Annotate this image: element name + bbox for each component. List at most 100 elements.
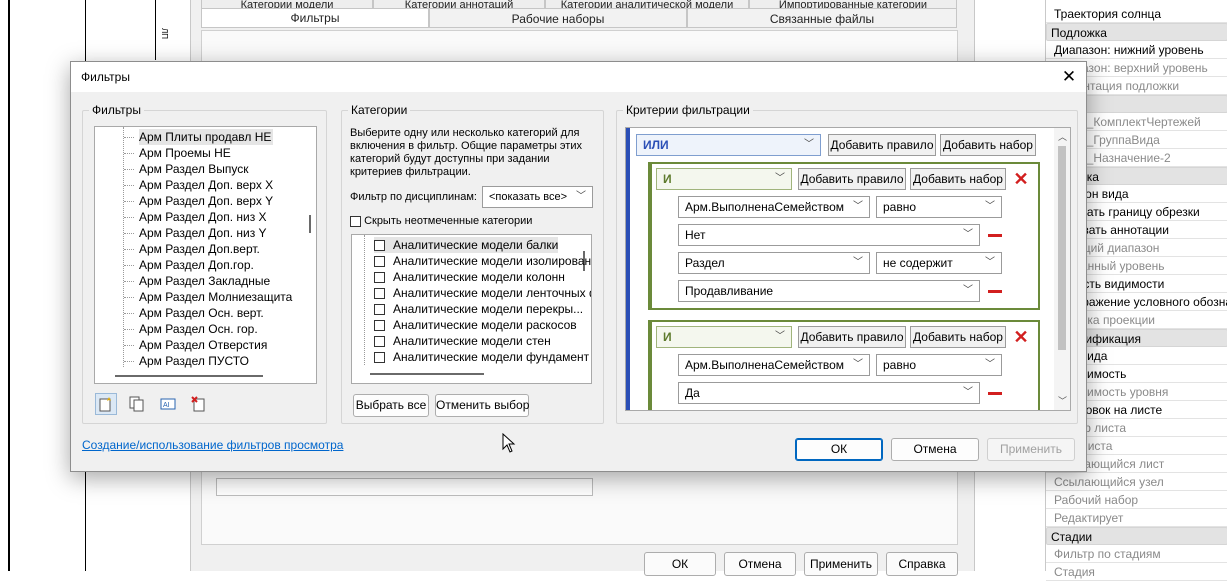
top-operator-select[interactable]: ИЛИ ﹀ bbox=[636, 134, 821, 156]
property-row[interactable]: Рабочий набор bbox=[1046, 491, 1227, 509]
remove-rule-icon[interactable] bbox=[988, 234, 1002, 237]
category-list-item[interactable]: Аналитические модели балки bbox=[374, 237, 559, 253]
category-checkbox[interactable] bbox=[374, 288, 385, 300]
category-checkbox[interactable] bbox=[374, 256, 385, 268]
category-list-item[interactable]: Аналитические модели колонн bbox=[374, 269, 565, 285]
add-set-button[interactable]: Добавить набор bbox=[940, 134, 1036, 156]
categories-list[interactable]: Аналитические модели балки Аналитические … bbox=[351, 234, 592, 384]
tab-filters[interactable]: Фильтры bbox=[201, 8, 429, 28]
property-row[interactable]: Ссылающийся узел bbox=[1046, 473, 1227, 491]
rename-filter-icon[interactable]: AI bbox=[157, 393, 179, 415]
filter-list-item[interactable]: Арм Плиты продавл НЕ bbox=[139, 129, 274, 145]
filter-list-item[interactable]: Арм Раздел Доп. верх X bbox=[139, 177, 275, 193]
set1-rule1-value[interactable]: Нет ﹀ bbox=[678, 224, 980, 246]
set1-rule2-cond[interactable]: не содержит ﹀ bbox=[876, 252, 1002, 274]
criteria-scrollbar[interactable]: ︿ ﹀ bbox=[1054, 128, 1070, 410]
filter-list-item[interactable]: Арм Раздел Выпуск bbox=[139, 161, 251, 177]
categories-hscroll-thumb[interactable] bbox=[370, 373, 484, 375]
category-checkbox[interactable] bbox=[374, 272, 385, 284]
property-group-header[interactable]: Подложка bbox=[1046, 23, 1227, 41]
filter-list-item[interactable]: Арм Раздел Осн. гор. bbox=[139, 321, 260, 337]
tab-worksets[interactable]: Рабочие наборы bbox=[429, 8, 687, 28]
mouse-cursor-icon bbox=[502, 433, 516, 453]
filter-list-item[interactable]: Арм Раздел Доп. верх Y bbox=[139, 193, 275, 209]
chevron-down-icon: ﹀ bbox=[775, 331, 785, 342]
filter-list-item[interactable]: Арм Проемы НЕ bbox=[139, 145, 233, 161]
filter-list-item[interactable]: Арм Раздел Доп. низ Y bbox=[139, 225, 269, 241]
delete-set-icon[interactable]: ✕ bbox=[1012, 170, 1030, 188]
set2-add-set-button[interactable]: Добавить набор bbox=[910, 326, 1006, 348]
category-list-item[interactable]: Аналитические модели стен bbox=[374, 333, 551, 349]
category-list-item[interactable]: Аналитические модели ленточных ф bbox=[374, 285, 591, 301]
filter-list-item[interactable]: Арм Раздел Закладные bbox=[139, 273, 272, 289]
category-list-item[interactable]: Аналитические модели раскосов bbox=[374, 317, 577, 333]
cancel-button[interactable]: Отмена bbox=[891, 438, 979, 461]
property-row[interactable]: Фильтр по стадиям bbox=[1046, 545, 1227, 563]
filters-hscroll-thumb[interactable] bbox=[115, 375, 263, 377]
bg-ok-button[interactable]: ОК bbox=[644, 552, 716, 576]
set1-rule1-cond[interactable]: равно ﹀ bbox=[876, 196, 1002, 218]
set2-rule1-value[interactable]: Да ﹀ bbox=[678, 382, 980, 404]
chevron-down-icon: ﹀ bbox=[775, 173, 785, 184]
criteria-scroll-thumb[interactable] bbox=[1058, 146, 1066, 350]
filter-list-item[interactable]: Арм Раздел ПУСТО bbox=[139, 353, 251, 369]
filter-list-item[interactable]: Арм Раздел Отверстия bbox=[139, 337, 269, 353]
set2-add-rule-button[interactable]: Добавить правило bbox=[798, 326, 906, 348]
category-checkbox[interactable] bbox=[374, 304, 385, 316]
set1-add-rule-button[interactable]: Добавить правило bbox=[798, 168, 906, 190]
set2-rule1-value-text: Да bbox=[685, 386, 700, 400]
set1-operator-select[interactable]: И ﹀ bbox=[656, 168, 792, 190]
chevron-up-icon[interactable]: ︿ bbox=[1058, 130, 1067, 143]
filter-list-item[interactable]: Арм Раздел Доп. низ X bbox=[139, 209, 269, 225]
set1-add-set-button[interactable]: Добавить набор bbox=[910, 168, 1006, 190]
new-filter-icon[interactable] bbox=[95, 393, 117, 415]
category-checkbox[interactable] bbox=[374, 336, 385, 348]
hide-unchecked-row[interactable]: Скрыть неотмеченные категории bbox=[350, 215, 532, 227]
category-label: Аналитические модели изолирован bbox=[393, 254, 592, 268]
discipline-filter-select[interactable]: <показать все> ﹀ bbox=[482, 186, 593, 208]
filter-list-item[interactable]: Арм Раздел Осн. верт. bbox=[139, 305, 266, 321]
category-list-item[interactable]: Аналитические модели перекры... bbox=[374, 301, 583, 317]
bg-help-button[interactable]: Справка bbox=[886, 552, 958, 576]
ok-button[interactable]: ОК bbox=[795, 438, 883, 461]
filters-help-link[interactable]: Создание/использование фильтров просмотр… bbox=[82, 438, 343, 452]
filters-vscroll-thumb[interactable] bbox=[309, 215, 311, 233]
select-all-button[interactable]: Выбрать все bbox=[353, 394, 429, 417]
set2-operator-select[interactable]: И ﹀ bbox=[656, 326, 792, 348]
tab-linked-files[interactable]: Связанные файлы bbox=[687, 8, 957, 28]
filter-list-item[interactable]: Арм Раздел Доп.гор. bbox=[139, 257, 256, 273]
property-row[interactable]: Редактирует bbox=[1046, 509, 1227, 527]
delete-set-icon[interactable]: ✕ bbox=[1012, 328, 1030, 346]
deselect-all-button[interactable]: Отменить выбор bbox=[435, 394, 529, 417]
chevron-down-icon[interactable]: ﹀ bbox=[1058, 394, 1067, 407]
close-icon[interactable]: ✕ bbox=[1058, 66, 1080, 88]
remove-rule-icon[interactable] bbox=[988, 392, 1002, 395]
category-list-item[interactable]: Аналитические модели изолирован bbox=[374, 253, 591, 269]
bg-cancel-button[interactable]: Отмена bbox=[724, 552, 796, 576]
property-row[interactable]: Траектория солнца bbox=[1046, 5, 1227, 23]
set2-rule1-param[interactable]: Арм.ВыполненаСемейством ﹀ bbox=[678, 354, 870, 376]
filter-list-item[interactable]: Арм Раздел Доп.верт. bbox=[139, 241, 262, 257]
property-group-header[interactable]: Стадии bbox=[1046, 527, 1227, 545]
remove-rule-icon[interactable] bbox=[988, 290, 1002, 293]
filters-list[interactable]: Арм Плиты продавл НЕ Арм Проемы НЕ Арм Раз… bbox=[94, 126, 317, 384]
filter-list-item[interactable]: Арм Раздел Молниезащита bbox=[139, 289, 294, 305]
apply-button[interactable]: Применить bbox=[987, 438, 1075, 461]
add-rule-button[interactable]: Добавить правило bbox=[828, 134, 936, 156]
set1-rule2-param[interactable]: Раздел ﹀ bbox=[678, 252, 870, 274]
delete-filter-icon[interactable] bbox=[188, 393, 210, 415]
category-checkbox[interactable] bbox=[374, 240, 385, 252]
category-checkbox[interactable] bbox=[374, 320, 385, 332]
category-list-item[interactable]: Аналитические модели фундамент bbox=[374, 349, 589, 365]
set1-rule2-value[interactable]: Продавливание ﹀ bbox=[678, 280, 980, 302]
hide-unchecked-checkbox[interactable] bbox=[350, 215, 361, 227]
duplicate-filter-icon[interactable] bbox=[126, 393, 148, 415]
bg-apply-button[interactable]: Применить bbox=[804, 552, 878, 576]
category-label: Аналитические модели колонн bbox=[393, 270, 565, 284]
category-checkbox[interactable] bbox=[374, 352, 385, 364]
set2-rule1-cond[interactable]: равно ﹀ bbox=[876, 354, 1002, 376]
property-row[interactable]: Стадия bbox=[1046, 563, 1227, 581]
set1-rule1-param[interactable]: Арм.ВыполненаСемейством ﹀ bbox=[678, 196, 870, 218]
tree-guide-line bbox=[364, 235, 365, 365]
property-row[interactable]: Диапазон: нижний уровень bbox=[1046, 41, 1227, 59]
